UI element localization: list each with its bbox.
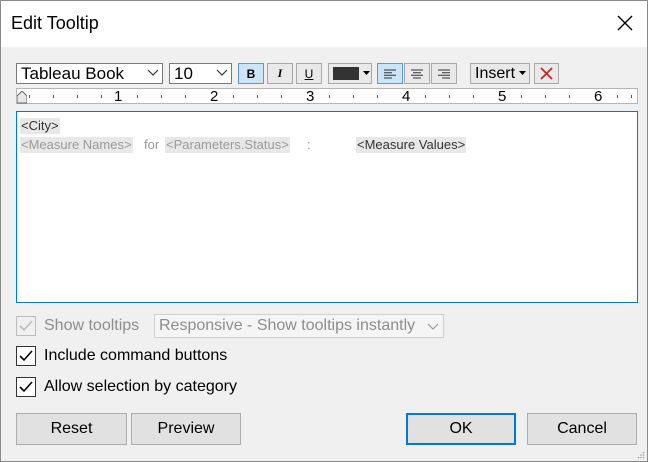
insert-label: Insert xyxy=(475,65,516,82)
align-right-button[interactable] xyxy=(431,63,457,84)
dropdown-arrow-icon xyxy=(363,71,370,75)
ruler-tick xyxy=(631,95,632,98)
ok-button[interactable]: OK xyxy=(406,413,516,445)
chevron-down-icon xyxy=(427,323,439,330)
ruler-tick xyxy=(353,95,354,98)
parameters-status-field: <Parameters.Status> xyxy=(165,137,290,153)
ruler-tick xyxy=(53,95,54,98)
city-field: <City> xyxy=(20,118,60,134)
ruler-tick xyxy=(617,95,618,98)
tooltip-mode-select[interactable]: Responsive - Show tooltips instantly xyxy=(154,314,444,338)
ok-label: OK xyxy=(449,420,473,437)
chevron-down-icon xyxy=(216,69,228,76)
font-family-select[interactable]: Tableau Book xyxy=(16,63,163,84)
insert-button[interactable]: Insert xyxy=(470,63,530,84)
ruler-tick xyxy=(233,95,234,98)
ruler-tick xyxy=(281,95,282,98)
ruler-tick xyxy=(425,95,426,98)
indent-marker-icon[interactable] xyxy=(17,91,27,104)
align-left-icon xyxy=(384,69,396,78)
include-command-buttons-label: Include command buttons xyxy=(44,347,228,364)
show-tooltips-option: Show tooltips xyxy=(16,316,139,336)
tooltip-mode-value: Responsive - Show tooltips instantly xyxy=(159,317,416,334)
title-bar: Edit Tooltip xyxy=(1,1,647,47)
ruler-tick xyxy=(521,95,522,98)
chevron-down-icon xyxy=(147,69,159,76)
underline-button[interactable]: U xyxy=(296,63,322,84)
font-family-value: Tableau Book xyxy=(21,64,125,83)
clear-formatting-button[interactable] xyxy=(534,63,559,84)
preview-button[interactable]: Preview xyxy=(131,413,241,445)
ruler-tick xyxy=(473,95,474,98)
close-icon xyxy=(617,15,633,31)
ruler-tick xyxy=(329,95,330,98)
ruler-tick xyxy=(377,95,378,98)
ruler-tick xyxy=(101,95,102,98)
font-size-value: 10 xyxy=(174,64,193,83)
text-color-swatch xyxy=(333,67,359,80)
ruler-tick xyxy=(257,95,258,98)
align-left-button[interactable] xyxy=(377,63,403,84)
include-command-buttons-option: Include command buttons xyxy=(16,346,227,366)
ruler-mark: 3 xyxy=(306,88,315,105)
ruler-tick xyxy=(29,95,30,98)
reset-label: Reset xyxy=(50,420,93,437)
ruler-mark: 6 xyxy=(594,88,603,105)
allow-selection-option: Allow selection by category xyxy=(16,377,237,397)
checkmark-icon xyxy=(19,350,33,362)
ruler-mark: 1 xyxy=(114,88,123,105)
resize-grip-icon[interactable] xyxy=(637,451,645,459)
align-center-icon xyxy=(411,69,423,78)
show-tooltips-label: Show tooltips xyxy=(44,317,140,334)
for-text: for xyxy=(144,137,160,152)
ruler-tick xyxy=(569,95,570,98)
close-button[interactable] xyxy=(611,9,639,37)
bold-button[interactable]: B xyxy=(238,63,264,84)
ruler: 1 2 3 4 5 6 xyxy=(16,88,638,105)
dropdown-arrow-icon xyxy=(519,71,526,75)
ruler-mark: 2 xyxy=(210,88,219,105)
measure-values-field: <Measure Values> xyxy=(356,137,467,153)
tooltip-editor[interactable]: <City> <Measure Names> for <Parameters.S… xyxy=(16,111,638,303)
preview-label: Preview xyxy=(157,420,215,437)
cancel-label: Cancel xyxy=(557,420,607,437)
font-size-select[interactable]: 10 xyxy=(169,63,232,84)
ruler-tick xyxy=(161,95,162,98)
dialog-title: Edit Tooltip xyxy=(11,13,99,33)
checkmark-icon xyxy=(19,381,33,393)
align-right-icon xyxy=(438,69,450,78)
allow-selection-checkbox[interactable] xyxy=(16,377,36,397)
ruler-tick xyxy=(449,95,450,98)
allow-selection-label: Allow selection by category xyxy=(44,378,237,395)
bold-label: B xyxy=(246,66,256,81)
reset-button[interactable]: Reset xyxy=(16,413,127,445)
cancel-button[interactable]: Cancel xyxy=(527,413,637,445)
ruler-tick xyxy=(137,95,138,98)
edit-tooltip-dialog: Edit Tooltip Tableau Book 10 B I U Inser… xyxy=(0,0,648,462)
italic-button[interactable]: I xyxy=(267,63,293,84)
text-color-button[interactable] xyxy=(328,63,372,84)
ruler-mark: 4 xyxy=(402,88,411,105)
underline-label: U xyxy=(304,66,314,81)
colon-text: : xyxy=(307,137,311,152)
ruler-tick xyxy=(185,95,186,98)
measure-names-field: <Measure Names> xyxy=(20,137,133,153)
italic-label: I xyxy=(277,66,283,80)
ruler-tick xyxy=(77,95,78,98)
ruler-mark: 5 xyxy=(498,88,507,105)
show-tooltips-checkbox[interactable] xyxy=(16,316,36,336)
align-center-button[interactable] xyxy=(404,63,430,84)
include-command-buttons-checkbox[interactable] xyxy=(16,346,36,366)
checkmark-icon xyxy=(19,320,33,332)
close-icon xyxy=(540,67,553,80)
ruler-tick xyxy=(545,95,546,98)
